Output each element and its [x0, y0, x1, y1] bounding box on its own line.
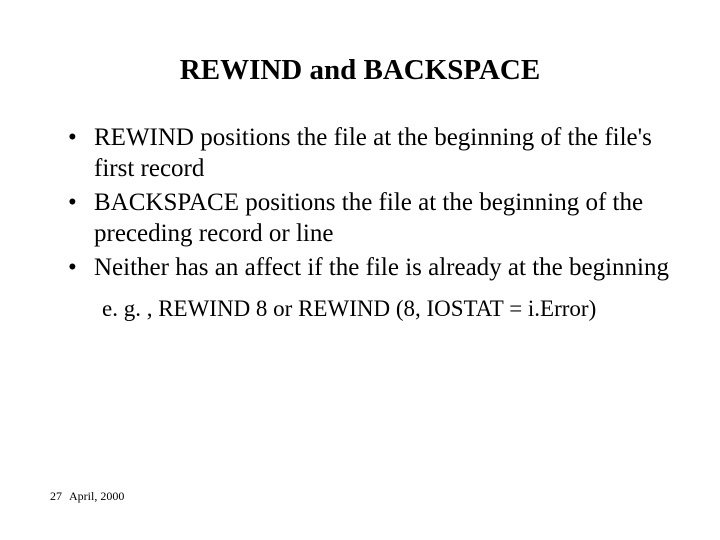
footer: 27 April, 2000 — [50, 489, 124, 504]
example-text: e. g. , REWIND 8 or REWIND (8, IOSTAT = … — [50, 296, 670, 322]
slide-title: REWIND and BACKSPACE — [50, 54, 670, 87]
bullet-item: BACKSPACE positions the file at the begi… — [68, 188, 670, 249]
bullet-item: REWIND positions the file at the beginni… — [68, 123, 670, 184]
slide: REWIND and BACKSPACE REWIND positions th… — [0, 0, 720, 540]
bullet-item: Neither has an affect if the file is alr… — [68, 253, 670, 284]
page-number: 27 — [50, 489, 62, 503]
footer-date: April, 2000 — [69, 489, 124, 503]
bullet-list: REWIND positions the file at the beginni… — [50, 123, 670, 284]
